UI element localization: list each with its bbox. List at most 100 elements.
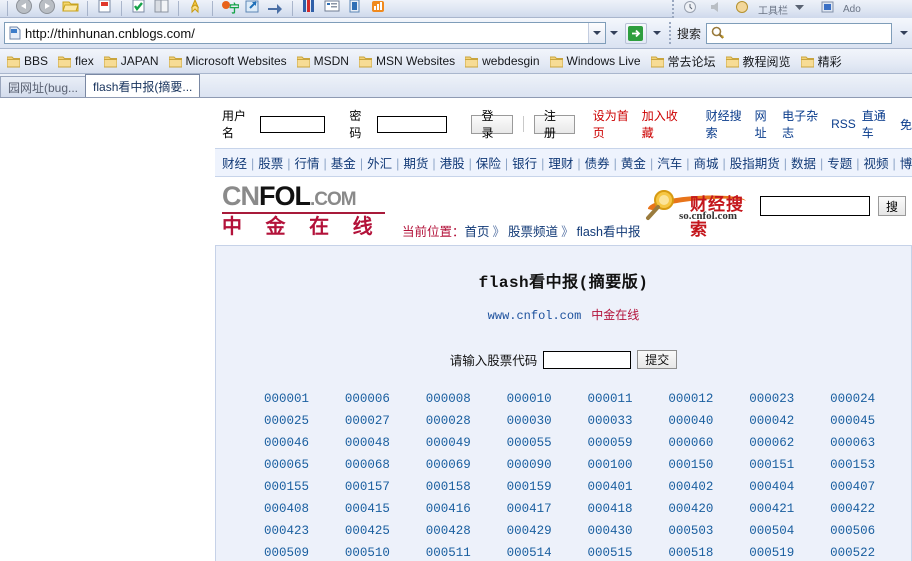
chevron-down-icon[interactable] [793, 1, 812, 18]
stock-code-link[interactable]: 000159 [495, 480, 576, 494]
nav-item-7[interactable]: 保险 [476, 157, 501, 171]
breadcrumb-item-1[interactable]: 股票频道 [508, 225, 558, 239]
header-search-button[interactable]: 搜 [877, 196, 906, 216]
back-icon[interactable] [15, 0, 34, 17]
search-dropdown-icon[interactable] [896, 31, 912, 35]
stock-code-link[interactable]: 000100 [576, 458, 657, 472]
stock-code-link[interactable]: 000008 [414, 392, 495, 406]
nav-item-12[interactable]: 汽车 [657, 157, 682, 171]
stock-code-link[interactable]: 000519 [737, 546, 818, 560]
nav-item-17[interactable]: 视频 [864, 157, 889, 171]
stock-code-link[interactable]: 000416 [414, 502, 495, 516]
stock-code-link[interactable]: 000059 [576, 436, 657, 450]
nav-item-14[interactable]: 股指期货 [730, 157, 780, 171]
stock-code-link[interactable]: 000153 [818, 458, 899, 472]
stock-code-link[interactable]: 000060 [656, 436, 737, 450]
stock-code-link[interactable]: 000504 [737, 524, 818, 538]
stock-code-link[interactable]: 000509 [252, 546, 333, 560]
list-doc-icon[interactable] [323, 0, 342, 17]
bookmark-item[interactable]: BBS [4, 54, 55, 68]
stock-code-link[interactable]: 000420 [656, 502, 737, 516]
rss-icon[interactable] [369, 0, 388, 17]
stock-code-link[interactable]: 000010 [495, 392, 576, 406]
nav-item-5[interactable]: 期货 [403, 157, 428, 171]
nav-item-3[interactable]: 基金 [331, 157, 356, 171]
note-icon[interactable] [346, 0, 365, 17]
nav-item-2[interactable]: 行情 [295, 157, 320, 171]
bookmark-item[interactable]: Microsoft Websites [166, 54, 294, 68]
stock-code-link[interactable]: 000045 [818, 414, 899, 428]
stock-code-link[interactable]: 000068 [333, 458, 414, 472]
stock-code-link[interactable]: 000006 [333, 392, 414, 406]
notepad-icon[interactable] [95, 0, 114, 17]
shield-icon[interactable] [734, 0, 753, 18]
browser-tab-2[interactable]: flash看中报(摘要... [85, 74, 201, 97]
bookmark-item[interactable]: 常去论坛 [648, 53, 723, 70]
stock-code-link[interactable]: 000046 [252, 436, 333, 450]
bookmark-item[interactable]: 教程阅览 [723, 53, 798, 70]
bookmark-item[interactable]: 精彩 [798, 53, 849, 70]
book-icon[interactable] [152, 0, 171, 17]
stock-code-link[interactable]: 000428 [414, 524, 495, 538]
folder-open-icon[interactable] [61, 0, 80, 17]
stock-code-link[interactable]: 000030 [495, 414, 576, 428]
nav-item-13[interactable]: 商城 [693, 157, 718, 171]
stock-code-link[interactable]: 000012 [656, 392, 737, 406]
nav-item-6[interactable]: 港股 [440, 157, 465, 171]
stock-code-link[interactable]: 000055 [495, 436, 576, 450]
address-dropdown-icon[interactable] [587, 23, 605, 43]
nav-item-18[interactable]: 博 [900, 157, 912, 171]
nav-item-15[interactable]: 数据 [791, 157, 816, 171]
nav-item-11[interactable]: 黄金 [621, 157, 646, 171]
stock-code-link[interactable]: 000404 [737, 480, 818, 494]
bookmark-item[interactable]: Windows Live [547, 54, 648, 68]
stock-code-link[interactable]: 000028 [414, 414, 495, 428]
nav-item-16[interactable]: 专题 [827, 157, 852, 171]
stock-code-link[interactable]: 000023 [737, 392, 818, 406]
stock-code-link[interactable]: 000150 [656, 458, 737, 472]
stock-code-link[interactable]: 000401 [576, 480, 657, 494]
header-search-input[interactable] [759, 196, 870, 216]
check-doc-icon[interactable] [129, 0, 148, 17]
clock-icon[interactable] [682, 0, 701, 18]
stock-code-link[interactable]: 000407 [818, 480, 899, 494]
submit-button[interactable]: 提交 [637, 350, 678, 369]
stock-code-link[interactable]: 000415 [333, 502, 414, 516]
stock-code-link[interactable]: 000421 [737, 502, 818, 516]
login-button[interactable]: 登录 [471, 109, 513, 140]
stock-code-link[interactable]: 000069 [414, 458, 495, 472]
stock-code-link[interactable]: 000151 [737, 458, 818, 472]
nav-item-9[interactable]: 理财 [548, 157, 573, 171]
stock-code-link[interactable]: 000402 [656, 480, 737, 494]
stock-code-link[interactable]: 000033 [576, 414, 657, 428]
stock-code-link[interactable]: 000157 [333, 480, 414, 494]
link-website[interactable]: 网址 [755, 107, 777, 141]
stock-code-link[interactable]: 000090 [495, 458, 576, 472]
stock-code-link[interactable]: 000506 [818, 524, 899, 538]
password-input[interactable] [376, 115, 447, 133]
forward-icon[interactable] [38, 0, 57, 17]
stock-code-link[interactable]: 000518 [656, 546, 737, 560]
stock-code-link[interactable]: 000423 [252, 524, 333, 538]
stock-code-link[interactable]: 000048 [333, 436, 414, 450]
add-favorite-link[interactable]: 加入收藏 [642, 107, 685, 141]
stock-code-input[interactable] [543, 350, 632, 369]
stock-code-link[interactable]: 000510 [333, 546, 414, 560]
register-button[interactable]: 注册 [533, 109, 576, 140]
stock-code-link[interactable]: 000040 [656, 414, 737, 428]
bookmark-item[interactable]: MSDN [294, 54, 356, 68]
bookmark-item[interactable]: MSN Websites [356, 54, 462, 68]
stock-code-link[interactable]: 000024 [818, 392, 899, 406]
go-dropdown-icon[interactable] [649, 31, 665, 35]
link-free[interactable]: 免 [900, 116, 912, 133]
nav-item-4[interactable]: 外汇 [367, 157, 392, 171]
bookmark-item[interactable]: JAPAN [101, 54, 166, 68]
stock-code-link[interactable]: 000025 [252, 414, 333, 428]
stock-code-link[interactable]: 000049 [414, 436, 495, 450]
browser-search-box[interactable] [706, 22, 892, 44]
stock-code-link[interactable]: 000063 [818, 436, 899, 450]
address-bar[interactable]: http://thinhunan.cnblogs.com/ [4, 22, 606, 44]
nav-item-1[interactable]: 股票 [258, 157, 283, 171]
stock-code-link[interactable]: 000065 [252, 458, 333, 472]
stock-code-link[interactable]: 000408 [252, 502, 333, 516]
